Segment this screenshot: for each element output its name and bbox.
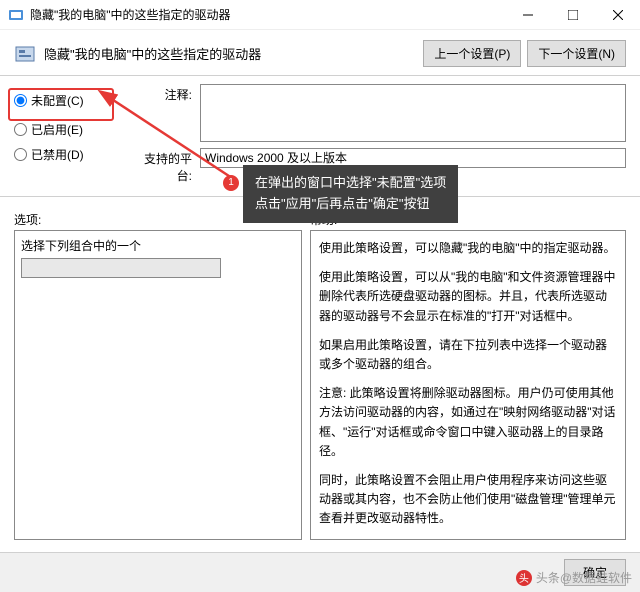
maximize-button[interactable] [550,0,595,30]
radio-enabled-input[interactable] [14,123,27,136]
options-instruction: 选择下列组合中的一个 [21,237,295,254]
header: 隐藏"我的电脑"中的这些指定的驱动器 上一个设置(P) 下一个设置(N) [0,30,640,75]
minimize-button[interactable] [505,0,550,30]
tooltip-line1: 在弹出的窗口中选择"未配置"选项 [255,173,446,194]
help-p1: 使用此策略设置，可以隐藏"我的电脑"中的指定驱动器。 [319,239,617,258]
help-p2: 使用此策略设置，可以从"我的电脑"和文件资源管理器中删除代表所选硬盘驱动器的图标… [319,268,617,326]
help-p4: 注意: 此策略设置将删除驱动器图标。用户仍可使用其他方法访问驱动器的内容，如通过… [319,384,617,461]
close-button[interactable] [595,0,640,30]
app-icon [8,7,24,23]
platform-label: 支持的平台: [130,148,200,184]
next-setting-button[interactable]: 下一个设置(N) [527,40,626,67]
watermark-icon: 头 [516,570,532,586]
policy-icon [14,43,36,65]
options-panel: 选择下列组合中的一个 [14,230,302,540]
comment-label: 注释: [130,84,200,142]
radio-group: 未配置(C) 已启用(E) 已禁用(D) [14,84,114,190]
watermark: 头 头条@数据蛙软件 [516,569,632,586]
radio-not-configured-input[interactable] [14,94,27,107]
annotation-badge: 1 [223,175,239,191]
header-title: 隐藏"我的电脑"中的这些指定的驱动器 [44,44,261,63]
radio-disabled-input[interactable] [14,148,27,161]
help-p5: 同时，此策略设置不会阻止用户使用程序来访问这些驱动器或其内容，也不会防止他们使用… [319,471,617,529]
separator [0,75,640,76]
prev-setting-button[interactable]: 上一个设置(P) [423,40,521,67]
help-p3: 如果启用此策略设置，请在下拉列表中选择一个驱动器或多个驱动器的组合。 [319,336,617,374]
radio-enabled[interactable]: 已启用(E) [14,121,114,138]
comment-input[interactable] [200,84,626,142]
help-p6: 如果禁用或未配置此策略设置，则会显示所有的驱动器，也可以在下拉列表中选择"不限制… [319,538,617,540]
radio-not-configured[interactable]: 未配置(C) [14,92,108,109]
help-panel: 使用此策略设置，可以隐藏"我的电脑"中的指定驱动器。 使用此策略设置，可以从"我… [310,230,626,540]
radio-disabled[interactable]: 已禁用(D) [14,146,114,163]
annotation-tooltip: 1 在弹出的窗口中选择"未配置"选项 点击"应用"后再点击"确定"按钮 [243,165,458,223]
titlebar: 隐藏"我的电脑"中的这些指定的驱动器 [0,0,640,30]
titlebar-text: 隐藏"我的电脑"中的这些指定的驱动器 [30,6,505,23]
options-dropdown[interactable] [21,258,221,278]
tooltip-line2: 点击"应用"后再点击"确定"按钮 [255,194,446,215]
